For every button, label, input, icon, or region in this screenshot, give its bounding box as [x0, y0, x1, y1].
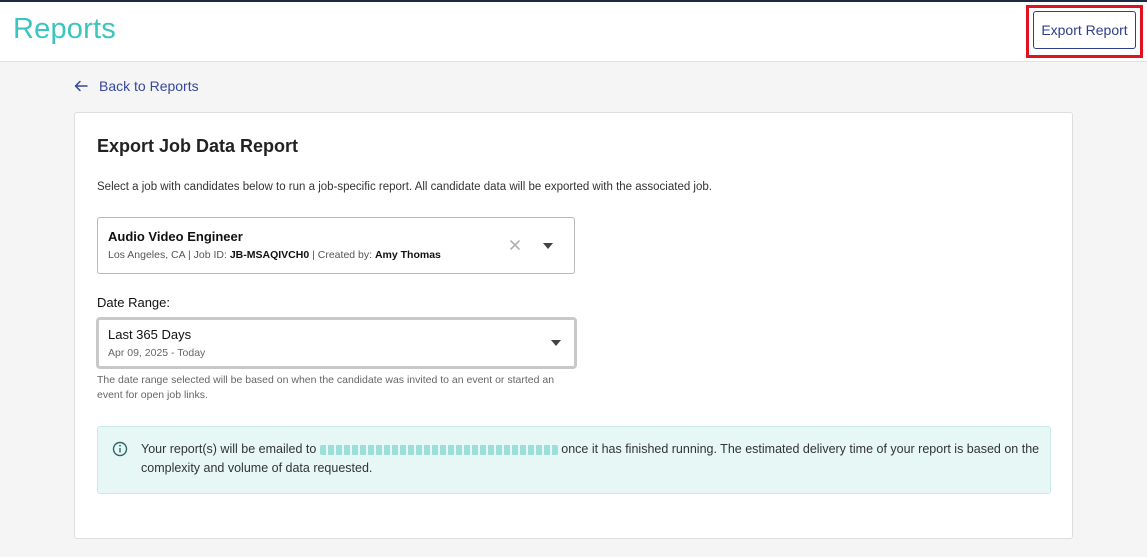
arrow-left-icon: [74, 80, 88, 92]
date-range-value: Last 365 Days: [108, 327, 192, 342]
app-header: Reports: [0, 2, 1147, 62]
card-title: Export Job Data Report: [97, 136, 299, 156]
job-id-label: Job ID:: [193, 249, 227, 261]
page-title: Reports: [13, 13, 116, 45]
export-job-report-card: Export Job Data Report Select a job with…: [74, 112, 1073, 539]
export-report-button[interactable]: Export Report: [1033, 11, 1136, 49]
job-location: Los Angeles, CA: [108, 249, 186, 261]
date-range-label: Date Range:: [97, 295, 170, 310]
job-select-meta: Los Angeles, CA | Job ID: JB-MSAQIVCH0 |…: [108, 249, 441, 261]
back-link-label: Back to Reports: [99, 78, 199, 94]
date-range-select[interactable]: Last 365 Days Apr 09, 2025 - Today: [96, 317, 577, 369]
meta-separator: |: [312, 249, 315, 261]
caret-down-icon: [551, 340, 561, 346]
info-text-before: Your report(s) will be emailed to: [141, 442, 317, 456]
meta-separator: |: [187, 249, 191, 261]
caret-down-icon: [543, 243, 553, 249]
date-range-help-text: The date range selected will be based on…: [97, 374, 555, 401]
redacted-email: [319, 444, 558, 455]
job-select-title: Audio Video Engineer: [108, 229, 243, 244]
job-select-dropdown-toggle[interactable]: [542, 240, 554, 252]
close-icon: [510, 240, 520, 250]
card-description: Select a job with candidates below to ru…: [97, 181, 712, 193]
created-by-value: Amy Thomas: [374, 249, 441, 261]
job-id-value: JB-MSAQIVCH0: [229, 249, 310, 261]
email-info-alert: Your report(s) will be emailed to once i…: [97, 426, 1051, 494]
clear-job-button[interactable]: [506, 236, 524, 254]
info-text: Your report(s) will be emailed to once i…: [141, 440, 1041, 478]
info-icon: [112, 441, 128, 457]
created-by-label: Created by:: [317, 249, 373, 261]
date-range-dropdown-toggle[interactable]: [550, 337, 562, 349]
date-range-sub: Apr 09, 2025 - Today: [108, 347, 206, 359]
job-select[interactable]: Audio Video Engineer Los Angeles, CA | J…: [97, 217, 575, 274]
back-to-reports-link[interactable]: Back to Reports: [74, 76, 199, 96]
